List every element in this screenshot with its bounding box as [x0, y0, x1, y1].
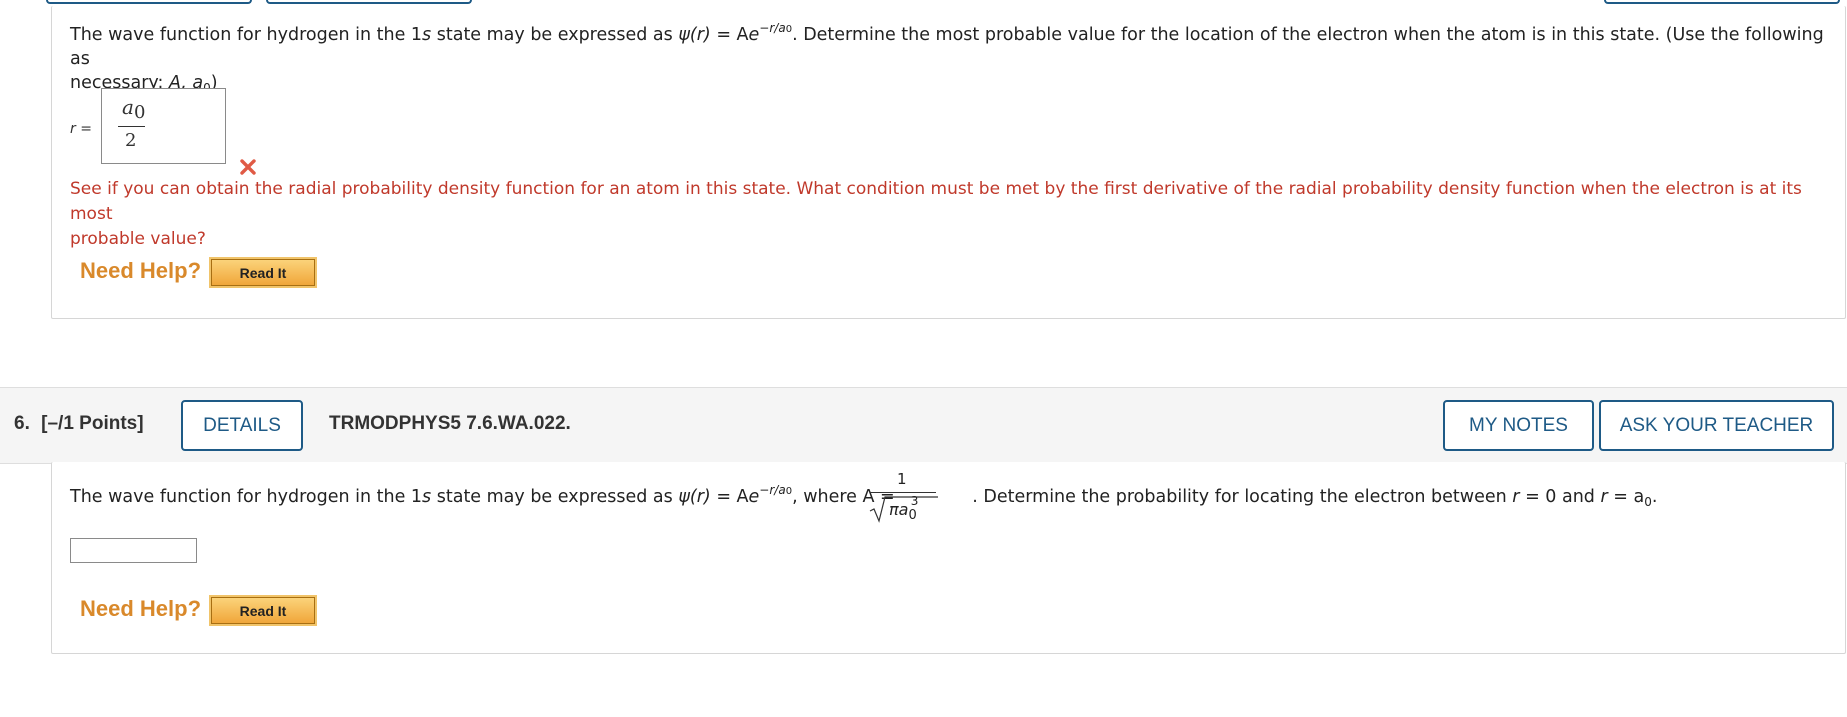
details-button[interactable]: DETAILS — [181, 400, 303, 451]
numerator-a: a — [122, 95, 134, 119]
den-pia: πa — [889, 500, 909, 519]
fraction-numerator: a0 — [122, 95, 145, 123]
normalization-fraction: 1 πa03 — [868, 466, 942, 530]
fraction-den: πa03 — [889, 495, 918, 522]
fraction-line — [870, 492, 936, 493]
fraction-denominator: 2 — [125, 130, 136, 151]
incorrect-x-icon — [240, 159, 256, 175]
q5-eq: = A — [710, 25, 749, 45]
q5-r: (r) — [689, 25, 711, 45]
read-it-button[interactable]: Read It — [209, 595, 317, 626]
answer-input-box[interactable]: a0 2 — [101, 88, 226, 164]
need-help-label: Need Help? — [80, 596, 202, 621]
q5-text-part: The wave function for hydrogen in the 1 — [70, 25, 423, 45]
q6-text-part: . Determine the probability for locating… — [972, 487, 1513, 507]
q6-psi: ψ — [678, 487, 690, 507]
q5-psi: ψ — [678, 25, 690, 45]
need-help-label: Need Help? — [80, 258, 202, 283]
q6-r: (r) — [689, 487, 711, 507]
q6-e: e — [748, 487, 760, 507]
q6-eq: = A — [710, 487, 749, 507]
question-6-text: The wave function for hydrogen in the 1s… — [70, 483, 1840, 509]
q5-s: s — [422, 25, 432, 45]
denominator-2: 2 — [125, 130, 137, 151]
den-sub: 0 — [908, 508, 917, 523]
numerator-sub: 0 — [133, 102, 146, 123]
q6-text-part: The wave function for hydrogen in the 1 — [70, 487, 423, 507]
question-number: 6. [–/1 Points] — [14, 413, 144, 435]
q5-e: e — [748, 25, 760, 45]
answer-input[interactable] — [70, 538, 197, 563]
q6-eqa: = a — [1607, 487, 1645, 507]
q6-eq0: = 0 and — [1519, 487, 1601, 507]
fraction-num: 1 — [897, 470, 907, 488]
q6-r1: r — [1512, 487, 1520, 507]
my-notes-button[interactable]: MY NOTES — [1443, 400, 1594, 451]
q6-r2: r — [1600, 487, 1608, 507]
q5-text-part: state may be expressed as — [431, 25, 679, 45]
ask-your-teacher-button[interactable]: ASK YOUR TEACHER — [1599, 400, 1834, 451]
q6-period: . — [1651, 487, 1658, 507]
q5-exp: −r/a — [759, 21, 786, 35]
q6-eqa-sub: 0 — [1644, 495, 1652, 509]
q6-points: [–/1 Points] — [41, 413, 144, 434]
q6-text-part: state may be expressed as — [431, 487, 679, 507]
hint-line-1: See if you can obtain the radial probabi… — [70, 179, 1802, 224]
hint-line-2: probable value? — [70, 229, 206, 249]
answer-label-text: r = — [70, 121, 92, 137]
read-it-button[interactable]: Read It — [209, 257, 317, 288]
fraction-bar — [118, 126, 145, 127]
q6-s: s — [422, 487, 432, 507]
prev-header-button-3[interactable] — [1604, 0, 1840, 4]
question-code: TRMODPHYS5 7.6.WA.022. — [329, 413, 571, 434]
den-sup: 3 — [910, 494, 919, 508]
answer-label: r = — [70, 121, 92, 137]
q6-number: 6. — [14, 413, 30, 434]
prev-header-button-1[interactable] — [46, 0, 252, 4]
prev-header-button-2[interactable] — [266, 0, 472, 4]
q6-exp: −r/a — [759, 483, 786, 497]
question-5-text: The wave function for hydrogen in the 1s… — [70, 21, 1830, 95]
hint-text: See if you can obtain the radial probabi… — [70, 177, 1830, 252]
